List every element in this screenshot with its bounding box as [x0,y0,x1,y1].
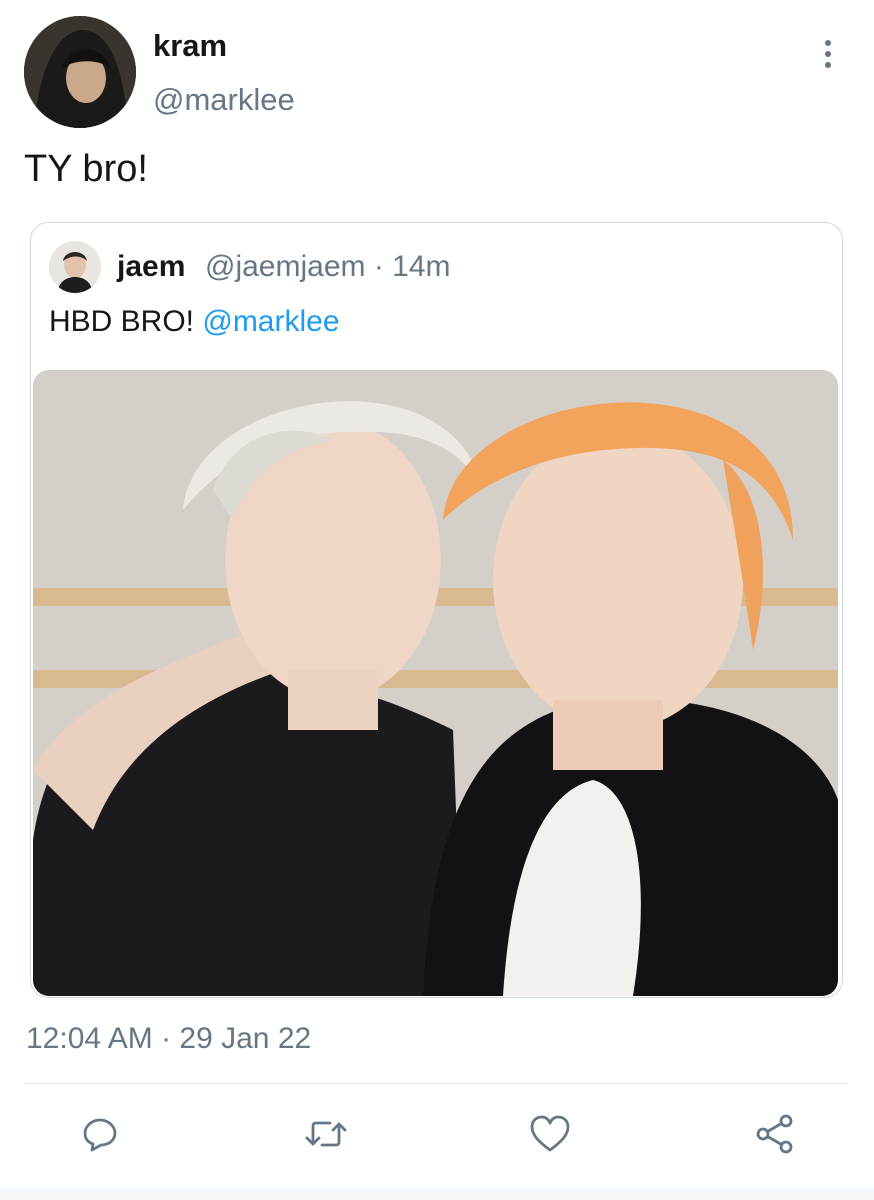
quoted-tweet[interactable]: jaem @jaemjaem · 14m HBD BRO! @marklee [30,222,843,998]
quoted-tweet-text-body: HBD BRO! [49,305,203,338]
share-icon [756,1114,793,1154]
quoted-tweet-text: HBD BRO! @marklee [49,305,340,339]
divider [26,1083,848,1084]
more-icon [825,40,831,46]
mention-link[interactable]: @marklee [202,305,339,338]
user-avatar-icon [24,16,136,128]
photo-icon [33,370,838,996]
quoted-tweet-photo[interactable] [33,370,838,996]
tweet-header: kram @marklee [0,0,874,140]
retweet-button[interactable] [302,1110,350,1158]
quoted-author-avatar[interactable] [49,241,101,293]
action-bar [0,1100,874,1170]
retweet-icon [305,1121,347,1147]
like-button[interactable] [526,1110,574,1158]
more-options-button[interactable] [812,38,844,70]
reply-icon [83,1118,117,1152]
share-button[interactable] [751,1110,799,1158]
author-handle[interactable]: @marklee [153,82,295,118]
author-display-name[interactable]: kram [153,28,227,64]
author-avatar[interactable] [24,16,136,128]
quoted-author-display-name[interactable]: jaem [117,250,185,284]
tweet-text: TY bro! [24,148,148,190]
reply-button[interactable] [76,1110,124,1158]
user-avatar-icon [49,241,101,293]
tweet-timestamp[interactable]: 12:04 AM · 29 Jan 22 [26,1022,311,1056]
bottom-edge [0,1188,874,1200]
like-icon [530,1115,570,1152]
quoted-author-handle[interactable]: @jaemjaem · 14m [205,250,451,284]
